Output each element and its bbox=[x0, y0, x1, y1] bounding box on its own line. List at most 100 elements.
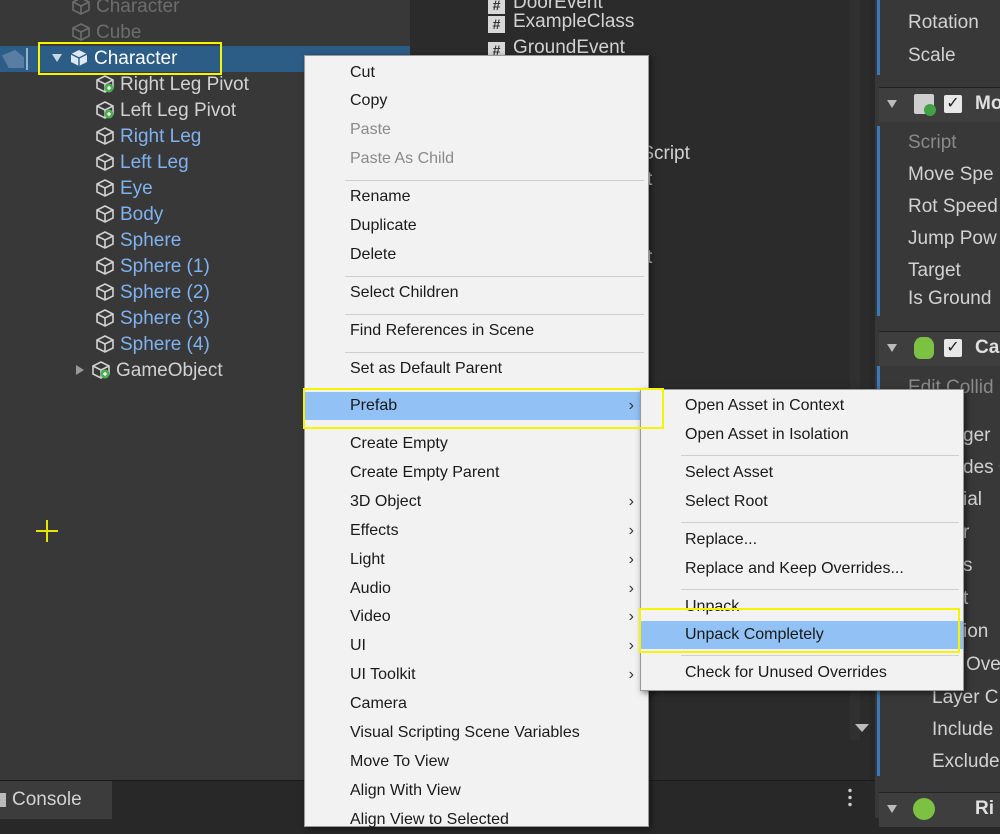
context-menu-item-label: Copy bbox=[350, 92, 388, 109]
cube-icon bbox=[96, 231, 114, 249]
context-menu-item-label: Select Children bbox=[350, 284, 459, 301]
context-menu-item[interactable]: Align With View bbox=[305, 777, 648, 805]
hierarchy-item[interactable]: GameObject bbox=[76, 358, 223, 384]
menu-separator bbox=[681, 522, 959, 523]
menu-separator bbox=[345, 276, 644, 277]
prefab-submenu-item[interactable]: Replace... bbox=[641, 526, 963, 554]
hierarchy-item[interactable]: Body bbox=[96, 202, 163, 228]
cube-icon bbox=[72, 23, 90, 41]
submenu-arrow-icon: › bbox=[628, 637, 634, 654]
console-tab[interactable]: Console bbox=[0, 781, 112, 819]
context-menu-item[interactable]: Move To View bbox=[305, 748, 648, 776]
console-tab-label: Console bbox=[12, 789, 82, 810]
hierarchy-item[interactable]: Right Leg Pivot bbox=[96, 72, 249, 98]
prefab-submenu-item[interactable]: Select Asset bbox=[641, 459, 963, 487]
submenu-arrow-icon: › bbox=[628, 493, 634, 510]
prefab-variant-icon bbox=[96, 101, 114, 119]
menu-separator bbox=[345, 180, 644, 181]
context-menu-item[interactable]: Duplicate bbox=[305, 212, 648, 240]
field-label: Exclude bbox=[932, 751, 1000, 772]
context-menu-item[interactable]: Video › bbox=[305, 603, 648, 631]
context-menu-item[interactable]: Audio › bbox=[305, 575, 648, 603]
scroll-down-arrow-icon[interactable] bbox=[855, 724, 869, 732]
context-menu-item-label: Light bbox=[350, 551, 385, 568]
menu-separator bbox=[681, 655, 959, 656]
hierarchy-item[interactable]: Left Leg bbox=[96, 150, 189, 176]
context-menu-item[interactable]: Find References in Scene bbox=[305, 317, 648, 345]
context-menu-item[interactable]: Paste As Child bbox=[305, 145, 648, 173]
prefab-submenu-item[interactable]: Replace and Keep Overrides... bbox=[641, 555, 963, 583]
prefab-submenu-item[interactable]: Open Asset in Context bbox=[641, 392, 963, 420]
hierarchy-item[interactable]: Character bbox=[72, 0, 179, 20]
highlight-box-character bbox=[38, 42, 222, 75]
hierarchy-item[interactable]: Eye bbox=[96, 176, 153, 202]
prefab-submenu-item-label: Check for Unused Overrides bbox=[685, 664, 887, 681]
script-component-badge bbox=[924, 104, 936, 116]
context-menu-item-label: UI bbox=[350, 637, 366, 654]
cube-icon bbox=[72, 0, 90, 15]
foldout-arrow-icon[interactable] bbox=[887, 100, 897, 108]
prefab-submenu-item[interactable]: Select Root bbox=[641, 488, 963, 516]
context-menu-item[interactable]: Camera bbox=[305, 690, 648, 718]
context-menu-item[interactable]: Effects › bbox=[305, 517, 648, 545]
component-enabled-checkbox[interactable]: ✓ bbox=[944, 339, 962, 357]
context-menu-item-label: Visual Scripting Scene Variables bbox=[350, 724, 580, 741]
context-menu-item[interactable]: UI › bbox=[305, 632, 648, 660]
context-menu-item[interactable]: 3D Object › bbox=[305, 488, 648, 516]
transform-scale-label: Scale bbox=[908, 45, 956, 66]
menu-separator bbox=[345, 314, 644, 315]
collider-component-icon bbox=[914, 337, 934, 359]
context-menu-item[interactable]: Light › bbox=[305, 546, 648, 574]
context-menu-item[interactable]: Align View to Selected bbox=[305, 806, 648, 834]
field-label: Script bbox=[908, 132, 957, 153]
hierarchy-item[interactable]: Sphere (3) bbox=[96, 306, 210, 332]
field-label: Jump Pow bbox=[908, 228, 997, 249]
hierarchy-item[interactable]: Left Leg Pivot bbox=[96, 98, 236, 124]
foldout-arrow-icon[interactable] bbox=[887, 805, 897, 813]
context-menu-item[interactable]: Rename bbox=[305, 183, 648, 211]
context-menu-item[interactable]: Create Empty Parent bbox=[305, 459, 648, 487]
field-label: s bbox=[963, 555, 973, 576]
collapse-arrow-icon[interactable] bbox=[76, 365, 84, 375]
context-menu-item[interactable]: Create Empty bbox=[305, 430, 648, 458]
hierarchy-item[interactable]: Sphere (1) bbox=[96, 254, 210, 280]
hierarchy-item[interactable]: Sphere (4) bbox=[96, 332, 210, 358]
inspector-accent-bar bbox=[877, 126, 880, 316]
context-menu-item[interactable]: UI Toolkit › bbox=[305, 661, 648, 689]
submenu-arrow-icon: › bbox=[628, 666, 634, 683]
context-menu-item[interactable]: Cut bbox=[305, 59, 648, 87]
context-menu-item-label: Create Empty bbox=[350, 435, 448, 452]
submenu-arrow-icon: › bbox=[628, 580, 634, 597]
prefab-submenu-item[interactable]: Check for Unused Overrides bbox=[641, 659, 963, 687]
context-menu-item[interactable]: Paste bbox=[305, 116, 648, 144]
field-label: Is Ground bbox=[908, 288, 992, 309]
context-menu-item[interactable]: Delete bbox=[305, 241, 648, 269]
cube-icon bbox=[96, 283, 114, 301]
field-label: Target bbox=[908, 260, 961, 281]
prefab-submenu-item-label: Replace... bbox=[685, 531, 758, 548]
cube-icon bbox=[96, 179, 114, 197]
context-menu-item-label: Video bbox=[350, 608, 391, 625]
prefab-submenu-item-label: Select Root bbox=[685, 493, 768, 510]
submenu-arrow-icon: › bbox=[628, 551, 634, 568]
hierarchy-item[interactable]: Sphere bbox=[96, 228, 181, 254]
context-menu-item-label: Duplicate bbox=[350, 217, 417, 234]
project-item[interactable]: # ExampleClass bbox=[488, 9, 634, 35]
hierarchy-item[interactable]: Right Leg bbox=[96, 124, 201, 150]
context-menu-item[interactable]: Select Children bbox=[305, 279, 648, 307]
context-menu-item[interactable]: Copy bbox=[305, 87, 648, 115]
component-title: Mo bbox=[975, 93, 1000, 114]
prefab-submenu-item[interactable]: Open Asset in Isolation bbox=[641, 421, 963, 449]
prefab-submenu-item-label: Open Asset in Isolation bbox=[685, 426, 849, 443]
more-options-icon[interactable] bbox=[848, 787, 852, 809]
field-label: Ove bbox=[966, 654, 1000, 675]
foldout-arrow-icon[interactable] bbox=[887, 344, 897, 352]
context-menu-item[interactable]: Visual Scripting Scene Variables bbox=[305, 719, 648, 747]
context-menu-item-label: Find References in Scene bbox=[350, 322, 535, 339]
highlight-box-prefab bbox=[303, 388, 664, 429]
hierarchy-item[interactable]: Sphere (2) bbox=[96, 280, 210, 306]
context-menu-item[interactable]: Set as Default Parent bbox=[305, 355, 648, 383]
menu-separator bbox=[681, 455, 959, 456]
component-enabled-checkbox[interactable]: ✓ bbox=[944, 95, 962, 113]
script-icon: # bbox=[488, 16, 505, 33]
